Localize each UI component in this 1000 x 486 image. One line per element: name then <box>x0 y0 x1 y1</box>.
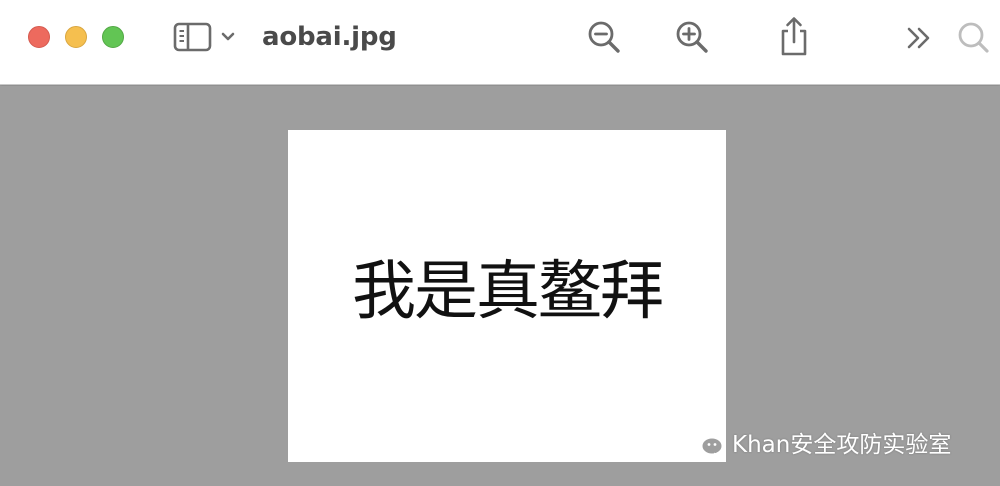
zoom-out-icon <box>588 21 620 53</box>
share-button[interactable] <box>775 14 813 58</box>
displayed-image: 我是真鳌拜 <box>288 130 726 462</box>
chevron-down-icon <box>221 32 235 41</box>
minimize-window-button[interactable] <box>65 26 87 48</box>
wechat-icon <box>684 427 724 458</box>
zoom-out-button[interactable] <box>585 18 623 56</box>
share-icon <box>781 17 807 56</box>
double-chevron-right-icon <box>907 27 930 49</box>
search-icon <box>958 22 989 53</box>
watermark-text: Khan安全攻防实验室 <box>732 432 952 458</box>
window-toolbar: aobai.jpg <box>0 0 1000 85</box>
maximize-window-button[interactable] <box>102 26 124 48</box>
zoom-in-button[interactable] <box>673 18 711 56</box>
sidebar-toggle-icon <box>173 22 235 52</box>
sidebar-toggle-button[interactable] <box>172 20 240 54</box>
image-text: 我是真鳌拜 <box>352 255 664 329</box>
watermark: Khan安全攻防实验室 <box>682 424 951 460</box>
close-window-button[interactable] <box>28 26 50 48</box>
more-toolbar-items-button[interactable] <box>900 20 936 56</box>
zoom-in-icon <box>676 21 708 53</box>
search-button[interactable] <box>954 18 992 56</box>
window-title: aobai.jpg <box>262 22 397 52</box>
